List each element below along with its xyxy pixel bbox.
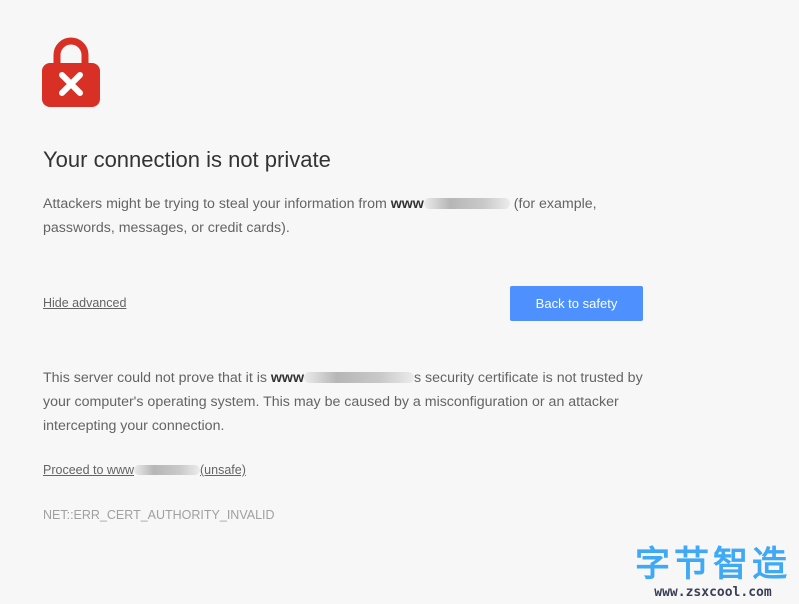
page-title: Your connection is not private: [43, 147, 331, 172]
intro-host: www: [390, 196, 424, 212]
watermark: 字节智造 www.zsxcool.com: [635, 545, 791, 601]
watermark-url: www.zsxcool.com: [654, 585, 772, 600]
proceed-unsafe-link[interactable]: Proceed to www (unsafe): [43, 463, 246, 477]
proceed-prefix: Proceed to www: [43, 463, 135, 477]
details-host: www: [270, 370, 304, 386]
redacted-hostname: [423, 198, 510, 209]
intro-prefix: Attackers might be trying to steal your …: [43, 196, 391, 212]
details-text: This server could not prove that it is w…: [43, 366, 653, 438]
details-prefix: This server could not prove that it is: [43, 370, 271, 386]
intro-text: Attackers might be trying to steal your …: [43, 192, 653, 240]
error-code: NET::ERR_CERT_AUTHORITY_INVALID: [43, 508, 275, 522]
redacted-hostname: [134, 465, 201, 475]
proceed-suffix: (unsafe): [200, 463, 246, 477]
watermark-title: 字节智造: [634, 545, 791, 585]
lock-error-icon: [42, 37, 100, 107]
redacted-hostname: [304, 372, 414, 383]
back-to-safety-button[interactable]: Back to safety: [510, 286, 643, 321]
hide-advanced-link[interactable]: Hide advanced: [43, 296, 126, 310]
